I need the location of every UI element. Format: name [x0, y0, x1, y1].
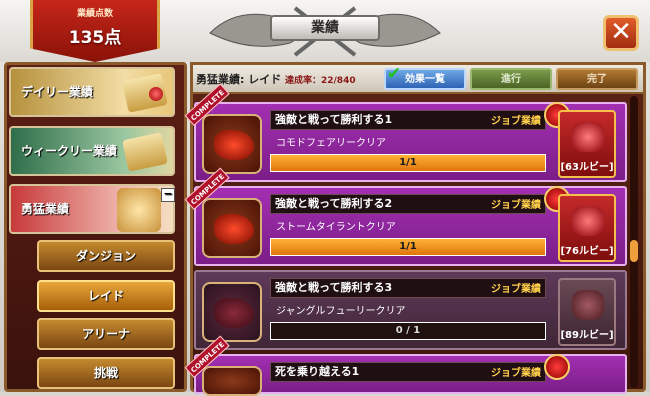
job-tag: ジョブ業績 — [491, 116, 541, 127]
scroll-icon — [122, 132, 168, 172]
reward-text: [76ルビー] — [560, 246, 614, 257]
progress-text: 1/1 — [399, 157, 417, 168]
progress-text: 1/1 — [399, 241, 417, 252]
achievement-name-text: 強敵と戦って勝利する1 — [275, 113, 393, 126]
claw-icon — [214, 130, 254, 160]
category-daily[interactable]: デイリー業績 — [9, 67, 175, 117]
achievement-name-text: 強敵と戦って勝利する2 — [275, 197, 393, 210]
collapse-icon[interactable]: − — [161, 188, 175, 202]
achievement-section-title: 勇猛業績: レイド — [196, 73, 282, 86]
achievement-desc: コモドフェアリークリア — [276, 138, 386, 149]
progress-bar: 0 / 1 — [270, 322, 546, 340]
reward-box[interactable]: [63ルビー] — [558, 110, 616, 178]
achievement-name-text: 死を乗り越える1 — [275, 365, 360, 378]
tab-completed[interactable]: 完了 — [556, 68, 638, 90]
achievement-name: 強敵と戦って勝利する1 ジョブ業績 — [270, 110, 546, 130]
subcategory-raid[interactable]: レイド — [37, 280, 175, 312]
claw-icon — [214, 214, 254, 244]
category-weekly-label: ウィークリー業績 — [21, 144, 118, 158]
subcategory-dungeon[interactable]: ダンジョン — [37, 240, 175, 272]
monster-portrait-icon — [202, 282, 262, 342]
achievement-entry[interactable]: COMPLETE 強敵と戦って勝利する2 ジョブ業績 ストームタイラントクリア … — [184, 167, 627, 266]
page-title: 業績 — [270, 15, 380, 41]
category-weekly[interactable]: ウィークリー業績 — [9, 126, 175, 176]
progress-text: 0 / 1 — [395, 325, 421, 336]
category-daily-label: デイリー業績 — [21, 85, 94, 99]
medal-icon — [544, 354, 570, 380]
achievement-desc: ストームタイラントクリア — [276, 222, 396, 233]
reward-box[interactable]: [89ルビー] — [558, 278, 616, 346]
ruby-icon — [572, 206, 604, 236]
achievement-name: 強敵と戦って勝利する3 ジョブ業績 — [270, 278, 546, 298]
job-tag: ジョブ業績 — [491, 284, 541, 295]
achievement-entry[interactable]: COMPLETE 強敵と戦って勝利する1 ジョブ業績 コモドフェアリークリア 1… — [184, 83, 627, 182]
job-tag: ジョブ業績 — [491, 200, 541, 211]
category-brave-label: 勇猛業績 — [21, 202, 70, 216]
check-icon: ✔ — [387, 64, 402, 84]
progress-bar: 1/1 — [270, 238, 546, 256]
orb-icon — [149, 87, 163, 101]
ruby-icon — [572, 122, 604, 152]
reward-box[interactable]: [76ルビー] — [558, 194, 616, 262]
claw-icon — [214, 298, 254, 328]
reward-text: [89ルビー] — [560, 330, 614, 341]
achievement-rate: 達成率：22/840 — [285, 76, 356, 86]
achievement-entry[interactable]: COMPLETE 死を乗り越える1 ジョブ業績 — [184, 335, 627, 396]
achievement-name-text: 強敵と戦って勝利する3 — [275, 281, 393, 294]
ruby-icon — [572, 290, 604, 320]
achievement-entry[interactable]: 強敵と戦って勝利する3 ジョブ業績 ジャングルフューリークリア 0 / 1 [8… — [194, 270, 627, 350]
hero-portrait-icon — [117, 188, 161, 232]
achievement-name: 死を乗り越える1 ジョブ業績 — [270, 362, 546, 382]
score-label: 業績点数 — [76, 9, 113, 19]
tab-progress[interactable]: 進行 — [470, 68, 552, 90]
score-value: 135点 — [68, 28, 122, 48]
subcategory-arena[interactable]: アリーナ — [37, 318, 175, 350]
category-brave[interactable]: 勇猛業績 − — [9, 184, 175, 234]
monster-portrait-icon — [202, 198, 262, 258]
monster-portrait-icon — [202, 114, 262, 174]
progress-bar: 1/1 — [270, 154, 546, 172]
job-tag: ジョブ業績 — [491, 368, 541, 379]
scrollbar-thumb[interactable] — [630, 240, 638, 262]
reward-text: [63ルビー] — [560, 162, 614, 173]
achievement-desc: ジャングルフューリークリア — [276, 306, 406, 317]
subcategory-challenge[interactable]: 挑戦 — [37, 357, 175, 389]
close-button[interactable]: ✕ — [603, 15, 639, 51]
achievement-name: 強敵と戦って勝利する2 ジョブ業績 — [270, 194, 546, 214]
